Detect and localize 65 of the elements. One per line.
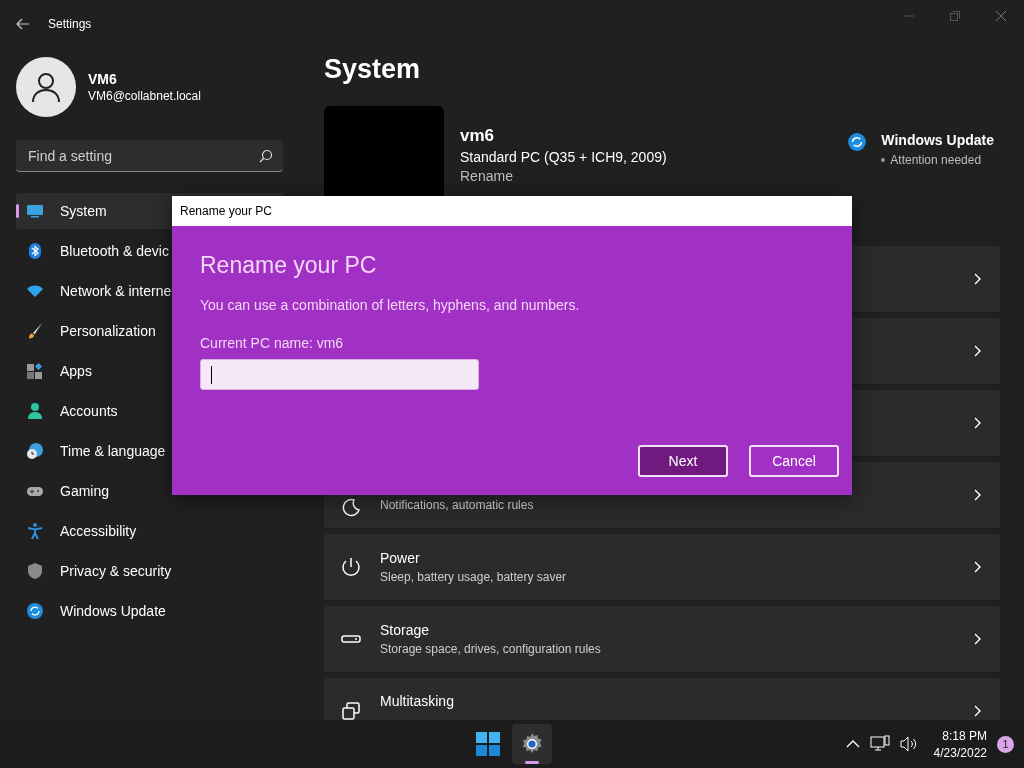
back-arrow-icon[interactable] xyxy=(16,18,30,30)
next-button[interactable]: Next xyxy=(638,445,728,477)
network-icon[interactable] xyxy=(869,735,890,753)
settings-card[interactable]: Power Sleep, battery usage, battery saver xyxy=(324,534,1000,600)
accessibility-icon xyxy=(26,522,44,540)
moon-icon xyxy=(340,497,362,519)
sync-icon xyxy=(847,132,868,152)
search-box[interactable]: Find a setting xyxy=(16,140,283,172)
globe-clock-icon xyxy=(26,442,44,460)
chevron-icon xyxy=(972,705,982,717)
window-title: Settings xyxy=(48,17,92,31)
nav-item[interactable]: Accounts xyxy=(16,393,284,429)
nav-item[interactable]: Apps xyxy=(16,353,284,389)
card-subtitle: Sleep, battery usage, battery saver xyxy=(380,570,567,584)
nav-item[interactable]: Time & language xyxy=(16,433,284,469)
user-email: VM6@collabnet.local xyxy=(88,89,201,103)
notification-badge[interactable]: 1 xyxy=(997,735,1014,753)
chevron-icon xyxy=(972,633,982,645)
device-name: vm6 xyxy=(460,126,496,146)
clock-date[interactable]: 4/23/2022 xyxy=(933,745,987,760)
search-field[interactable]: Find a setting xyxy=(26,146,259,165)
chevron-icon xyxy=(972,489,982,501)
windows-logo-icon xyxy=(476,732,500,756)
close-icon[interactable] xyxy=(996,11,1006,21)
nav-item[interactable]: Windows Update xyxy=(16,593,284,629)
settings-card[interactable]: Storage Storage space, drives, configuration rules xyxy=(324,606,1000,672)
avatar xyxy=(16,57,76,117)
card-subtitle: Notifications, automatic rules xyxy=(380,498,534,512)
windows-stack-icon xyxy=(340,700,362,720)
power-icon xyxy=(340,556,362,578)
clock-time[interactable]: 8:18 PM xyxy=(942,728,987,743)
sync-icon xyxy=(26,602,44,620)
apps-icon xyxy=(26,362,44,380)
volume-icon[interactable] xyxy=(899,736,918,752)
card-title: Power xyxy=(380,550,421,566)
user-name: VM6 xyxy=(88,71,118,87)
nav-item[interactable]: Accessibility xyxy=(16,513,284,549)
chevron-icon xyxy=(972,561,982,573)
update-title: Windows Update xyxy=(881,132,994,148)
settings-card[interactable]: Multitasking xyxy=(324,678,1000,720)
card-title: Storage xyxy=(380,622,431,638)
taskbar-app[interactable] xyxy=(512,724,552,764)
person-icon xyxy=(26,402,44,420)
dialog-window-title: Rename your PC xyxy=(180,204,273,218)
dialog-description: You can use a combination of letters, hyphens, and numbers. xyxy=(200,297,581,313)
search-icon xyxy=(259,148,273,163)
name-input-field[interactable] xyxy=(200,359,479,390)
nav-item[interactable]: Privacy & security xyxy=(16,553,284,589)
nav-item[interactable]: Gaming xyxy=(16,473,284,509)
monitor-icon xyxy=(26,202,44,220)
chevron-up-icon[interactable] xyxy=(845,740,860,748)
page-title: System xyxy=(324,54,422,85)
rename-link[interactable]: Rename xyxy=(460,168,667,184)
current-name-label: Current PC name: vm6 xyxy=(200,335,345,351)
dialog-heading: Rename your PC xyxy=(200,252,378,279)
cancel-button[interactable]: Cancel xyxy=(749,445,839,477)
card-title: Multitasking xyxy=(380,693,454,709)
card-subtitle: Storage space, drives, configuration rules xyxy=(380,642,601,656)
chevron-icon xyxy=(972,273,982,285)
device-model: Standard PC (Q35 + ICH9, 2009) xyxy=(460,149,667,165)
chevron-icon xyxy=(972,345,982,357)
chevron-icon xyxy=(972,417,982,429)
shield-icon xyxy=(26,562,44,580)
update-status: Attention needed xyxy=(890,153,982,167)
bluetooth-icon xyxy=(26,242,44,260)
